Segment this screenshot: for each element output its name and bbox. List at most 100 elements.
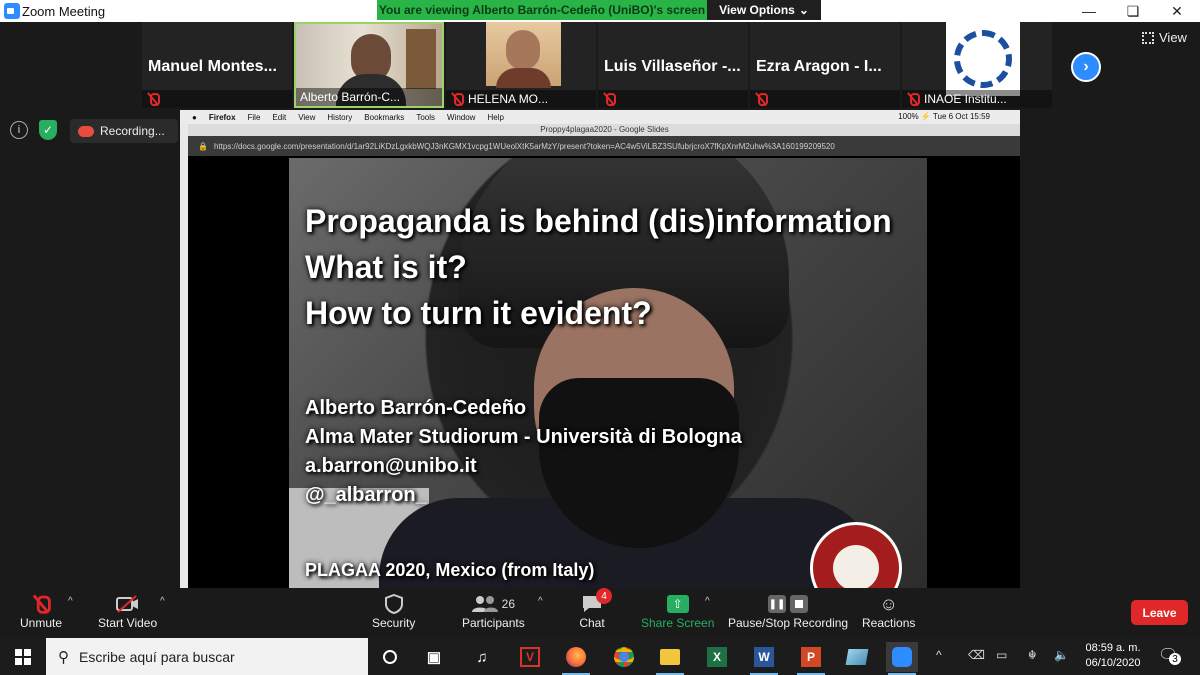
participant-tile[interactable]: Luis Villaseñor -...	[598, 22, 748, 108]
gallery-view-button[interactable]: View	[1142, 30, 1187, 45]
pause-stop-icons: ❚❚	[763, 592, 813, 616]
reactions-button[interactable]: ☺ Reactions	[862, 592, 915, 631]
start-video-label: Start Video	[98, 616, 158, 630]
zoom-taskbar-icon[interactable]	[886, 642, 918, 675]
participant-tile[interactable]: Ezra Aragon - I...	[750, 22, 900, 108]
windows-taskbar: ⚲ Escribe aquí para buscar ▣ ♫ V X W P ^…	[0, 638, 1200, 675]
presentation-slide: Propaganda is behind (dis)information Wh…	[289, 158, 927, 588]
participant-footer: INAOE Institu...	[902, 90, 1052, 108]
share-options-caret[interactable]: ^	[705, 596, 710, 607]
notifications-icon[interactable]: 🗨 3	[1158, 645, 1181, 665]
search-icon: ⚲	[58, 648, 69, 666]
start-button[interactable]	[0, 638, 46, 675]
clock-time: 08:59 a. m.	[1085, 642, 1141, 654]
shield-icon	[380, 592, 408, 616]
next-page-button[interactable]: ›	[1071, 52, 1101, 82]
powerpoint-icon[interactable]: P	[795, 642, 827, 675]
chat-button[interactable]: 4 Chat	[578, 588, 612, 630]
participant-name: INAOE Institu...	[924, 92, 1007, 106]
browser-url-bar: 🔒 https://docs.google.com/presentation/d…	[188, 136, 1020, 156]
security-button[interactable]: Security	[372, 592, 415, 630]
volume-icon[interactable]: 🔈	[1054, 648, 1069, 662]
recording-indicator[interactable]: Recording...	[70, 119, 178, 143]
taskbar-search[interactable]: ⚲ Escribe aquí para buscar	[46, 638, 368, 675]
share-arrow-icon: ⇧	[666, 595, 689, 613]
chrome-icon[interactable]	[608, 642, 640, 672]
firefox-icon[interactable]	[560, 642, 592, 675]
participant-tile[interactable]: Manuel Montes...	[142, 22, 292, 108]
maximize-button[interactable]: ❏	[1111, 0, 1155, 22]
mic-muted-icon	[906, 92, 920, 106]
cortana-icon[interactable]	[374, 642, 406, 672]
participant-footer: HELENA MO...	[446, 90, 596, 108]
video-options-caret[interactable]: ^	[160, 596, 165, 607]
slide-title-line: What is it?	[305, 249, 467, 285]
share-screen-button[interactable]: ⇧ Share Screen	[641, 592, 714, 630]
close-window-button[interactable]: ✕	[1155, 0, 1199, 22]
mendeley-icon[interactable]: V	[514, 642, 546, 672]
menu-item: Bookmarks	[364, 112, 405, 122]
share-screen-label: Share Screen	[641, 616, 715, 630]
word-icon[interactable]: W	[748, 642, 780, 675]
participant-tile[interactable]: HELENA MO...	[446, 22, 596, 108]
clock-date: 06/10/2020	[1085, 657, 1141, 669]
mic-muted-icon	[602, 92, 616, 106]
menu-item: Window	[447, 112, 476, 122]
pause-icon: ❚❚	[768, 595, 787, 613]
meeting-controls-bar: Unmute ^ Start Video ^ Security 26 Parti…	[0, 588, 1200, 638]
grid-icon	[1142, 31, 1154, 44]
battery-icon[interactable]: ▭	[996, 648, 1007, 662]
emoji-plus-icon: ☺	[879, 593, 898, 614]
chevron-down-icon: ⌄	[798, 3, 809, 17]
minimize-button[interactable]: —	[1067, 0, 1111, 22]
unmute-label: Unmute	[20, 616, 63, 630]
view-options-button[interactable]: View Options ⌄	[707, 0, 821, 20]
inaoe-logo	[946, 22, 1020, 96]
menu-bar-clock: 100% ⚡ Tue 6 Oct 15:59	[898, 112, 990, 121]
usb-icon[interactable]: ⌫	[968, 648, 985, 662]
excel-icon[interactable]: X	[701, 642, 733, 672]
participant-name: Luis Villaseñor -...	[604, 58, 741, 75]
file-explorer-icon[interactable]	[654, 642, 686, 675]
browser-tab-title: Proppy4plagaa2020 - Google Slides	[188, 124, 1020, 136]
view-options-label: View Options	[719, 3, 795, 17]
participant-strip: Manuel Montes... Alberto Barrón-C... HEL…	[0, 22, 1200, 110]
pause-stop-recording-button[interactable]: ❚❚ Pause/Stop Recording	[728, 592, 848, 630]
participant-tile[interactable]: INAOE Institu...	[902, 22, 1052, 108]
participant-footer	[750, 90, 900, 108]
leave-meeting-button[interactable]: Leave	[1131, 600, 1188, 625]
slide-author-line: a.barron@unibo.it	[305, 455, 477, 477]
participants-button[interactable]: 26 Participants	[462, 592, 525, 630]
info-icon[interactable]: i	[10, 121, 28, 139]
participant-name: Ezra Aragon - I...	[756, 58, 882, 75]
search-placeholder: Escribe aquí para buscar	[79, 648, 235, 665]
mac-menu-bar: ● Firefox File Edit View History Bookmar…	[180, 110, 1020, 124]
wifi-icon[interactable]: ☬	[1028, 648, 1037, 662]
unmute-button[interactable]: Unmute	[20, 592, 62, 630]
windows-logo-icon	[15, 648, 31, 665]
show-hidden-icons-chevron[interactable]: ^	[936, 648, 942, 662]
app-icon[interactable]	[841, 642, 873, 672]
recording-control-label: Pause/Stop Recording	[728, 616, 849, 630]
start-video-button[interactable]: Start Video	[98, 592, 157, 630]
chat-unread-badge: 4	[596, 588, 612, 604]
audio-options-caret[interactable]: ^	[68, 596, 73, 607]
notification-count: 3	[1169, 653, 1181, 665]
mic-muted-icon	[450, 92, 464, 106]
participants-options-caret[interactable]: ^	[538, 596, 543, 607]
participant-name: HELENA MO...	[468, 92, 549, 106]
menu-item: History	[327, 112, 353, 122]
taskbar-clock[interactable]: 08:59 a. m. 06/10/2020	[1078, 641, 1148, 671]
chevron-right-icon: ›	[1083, 58, 1089, 75]
task-view-icon[interactable]: ▣	[418, 642, 450, 672]
app-icon[interactable]: ♫	[466, 642, 498, 672]
participant-name: Manuel Montes...	[148, 58, 277, 75]
participant-footer	[598, 90, 748, 108]
participants-count: 26	[501, 597, 516, 611]
menu-item: Firefox	[208, 112, 236, 122]
encryption-shield-icon[interactable]: ✓	[39, 120, 57, 140]
participant-tile-active[interactable]: Alberto Barrón-C...	[294, 22, 444, 108]
view-label: View	[1159, 30, 1187, 45]
mic-muted-icon	[754, 92, 768, 106]
slide-title: Propaganda is behind (dis)information Wh…	[305, 198, 892, 336]
